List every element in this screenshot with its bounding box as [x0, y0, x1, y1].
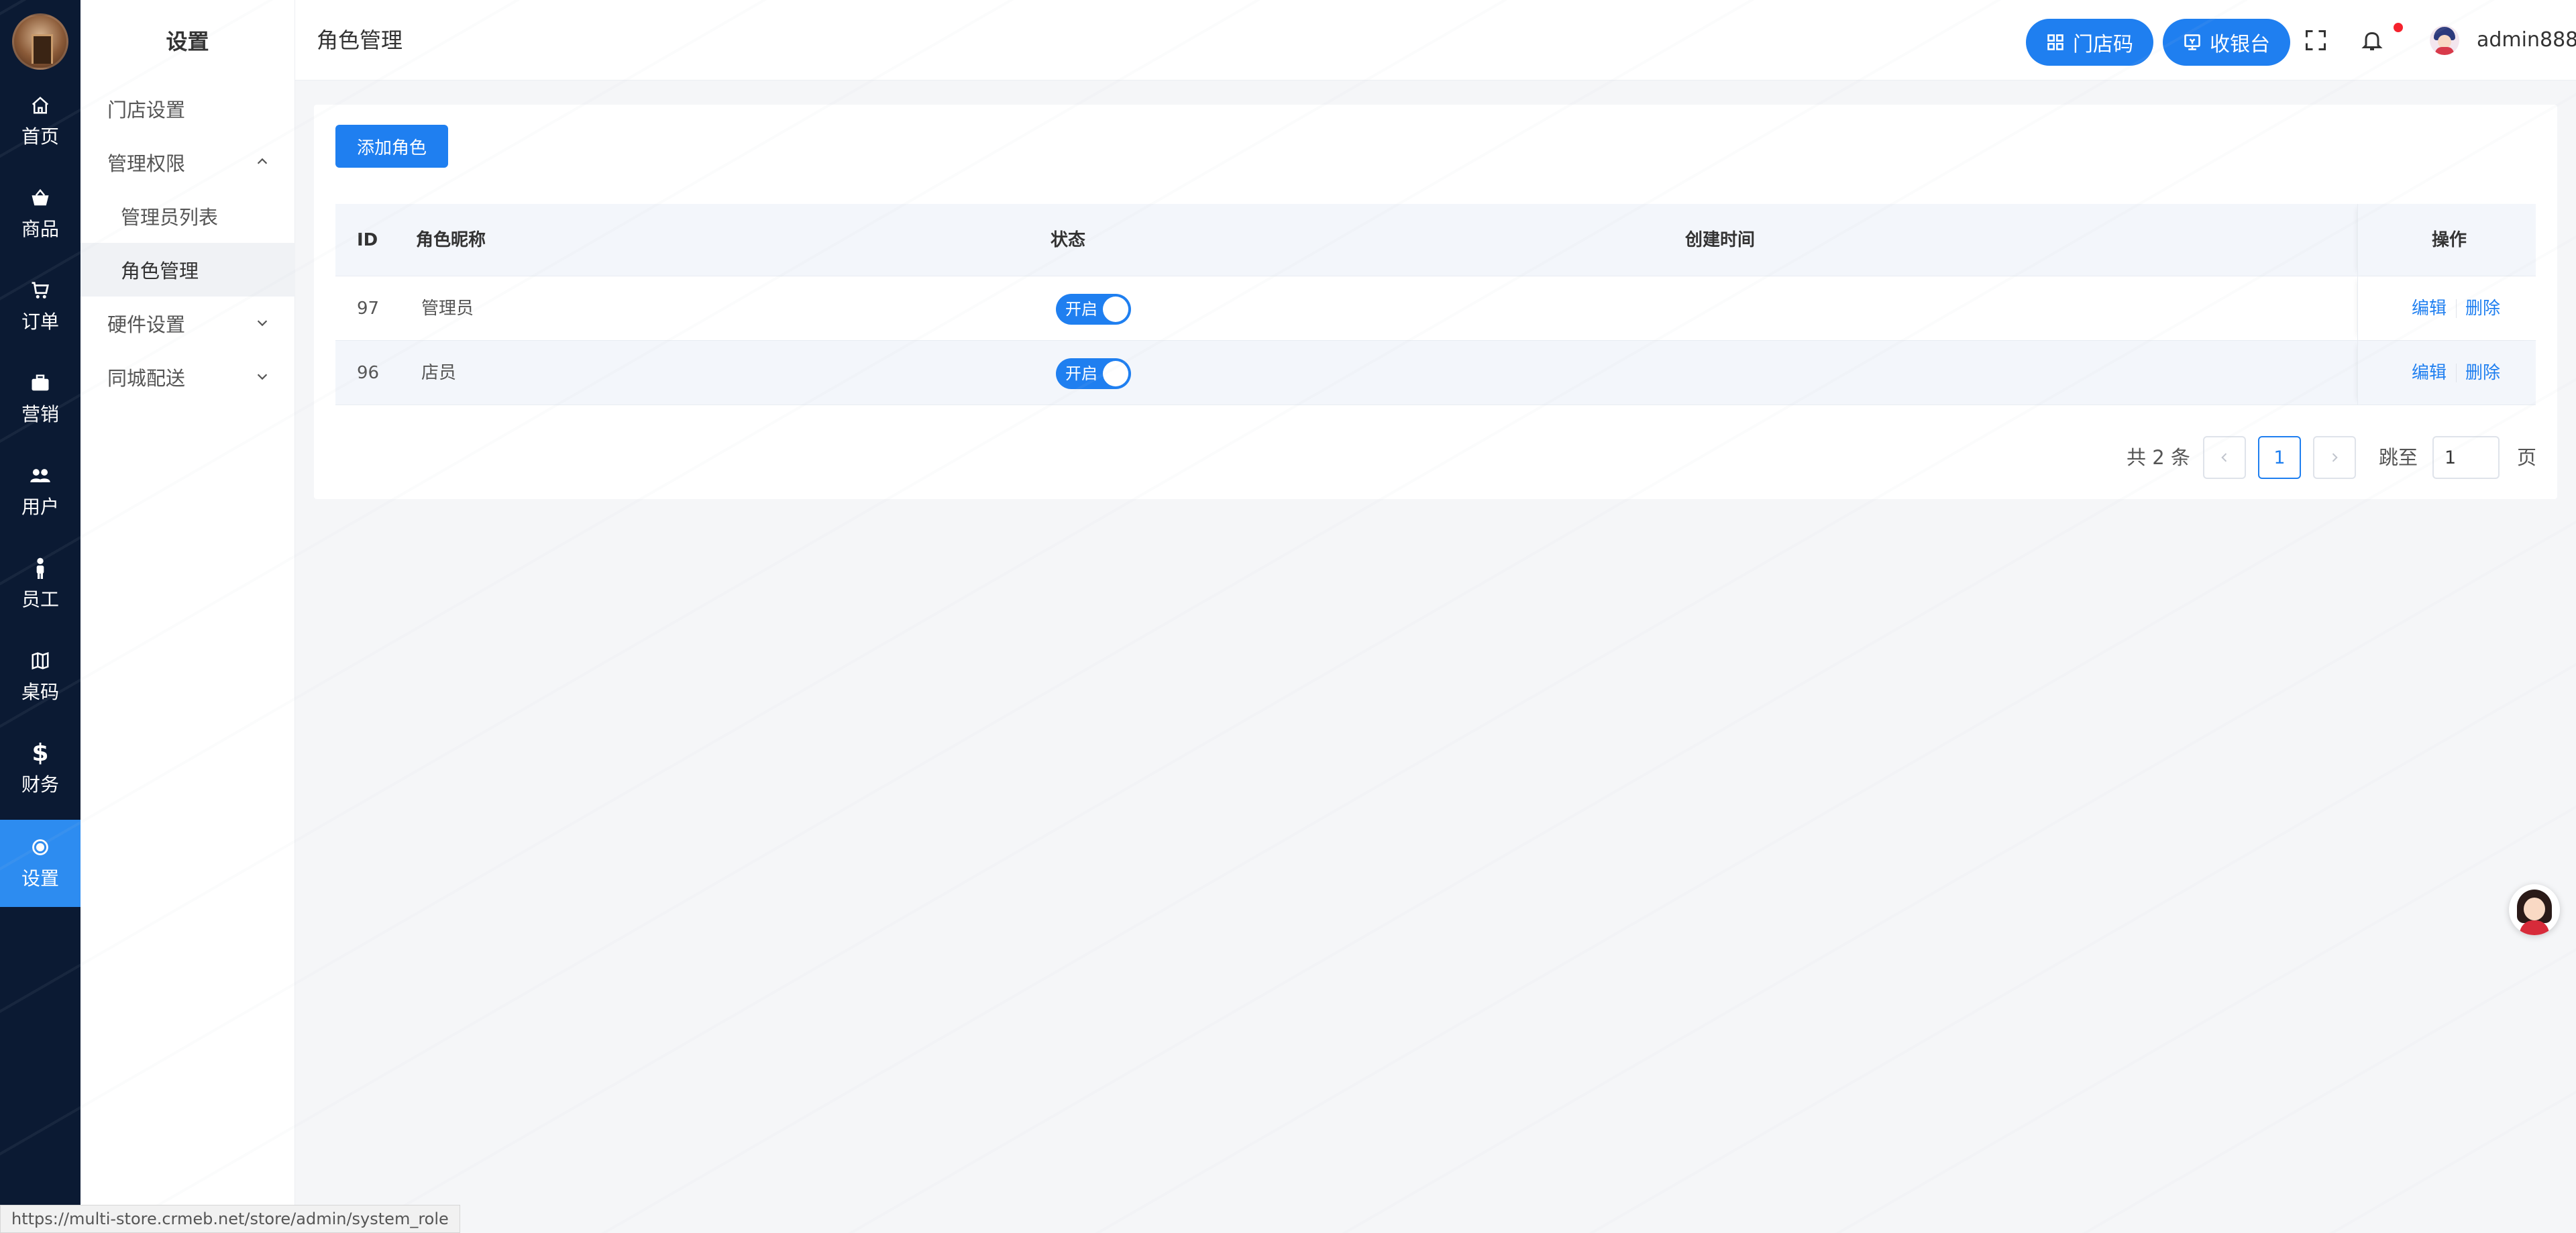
rail-item-marketing[interactable]: 营销 [0, 356, 80, 443]
submenu-item-label: 门店设置 [107, 99, 186, 121]
app-root: 首页 商品 订单 营销 用户 员工 桌码 $ 财务 设置 设置 门店设置 管理权… [0, 0, 2576, 1233]
customer-service-avatar[interactable] [2509, 884, 2560, 935]
settings-icon [29, 836, 52, 859]
page-suffix: 页 [2517, 446, 2537, 469]
username[interactable]: admin888 [2477, 0, 2576, 81]
user-avatar[interactable] [2430, 25, 2459, 55]
prev-page-button[interactable] [2203, 436, 2246, 479]
map-icon [29, 649, 52, 672]
users-icon [29, 464, 52, 487]
toggle-knob [1103, 361, 1128, 386]
notification-dot [2394, 23, 2403, 32]
briefcase-icon [29, 372, 52, 394]
rail-item-label: 订单 [21, 311, 59, 333]
goto-label: 跳至 [2379, 446, 2418, 469]
store-code-button[interactable]: 门店码 [2026, 19, 2153, 66]
rail-item-label: 首页 [21, 125, 59, 148]
dollar-icon: $ [32, 739, 49, 767]
ops-column-header: 操作 [2357, 204, 2536, 276]
submenu-item-label: 角色管理 [121, 260, 199, 282]
rail-item-label: 财务 [21, 773, 59, 796]
fullscreen-icon[interactable] [2304, 28, 2328, 52]
submenu-item-label: 管理员列表 [121, 206, 219, 229]
basket-icon [29, 186, 52, 209]
rail-item-label: 商品 [21, 218, 59, 240]
rail-item-orders[interactable]: 订单 [0, 263, 80, 350]
rail-item-finance[interactable]: $ 财务 [0, 726, 80, 813]
delete-link[interactable]: 删除 [2465, 276, 2500, 341]
chevron-right-icon [2332, 453, 2338, 462]
rail-item-label: 营销 [21, 403, 59, 425]
cashier-icon [2184, 34, 2200, 50]
column-header-name: 角色昵称 [416, 230, 486, 250]
column-header-status: 状态 [1051, 230, 1086, 250]
chevron-left-icon [2221, 453, 2227, 462]
rail-item-label: 桌码 [21, 681, 59, 703]
grid-icon [2047, 34, 2063, 50]
main-nav-rail: 首页 商品 订单 营销 用户 员工 桌码 $ 财务 设置 [0, 0, 80, 1233]
cell-name: 管理员 [421, 299, 474, 319]
status-toggle[interactable]: 开启 [1056, 294, 1131, 325]
table-row: 97 管理员 开启 编辑 删除 [335, 276, 2536, 341]
submenu-item-hardware[interactable]: 硬件设置 [80, 297, 295, 350]
top-header: 角色管理 门店码 收银台 admin888 [295, 0, 2576, 81]
add-role-button[interactable]: 添加角色 [335, 125, 449, 168]
store-logo[interactable] [12, 13, 68, 70]
rail-item-label: 设置 [21, 867, 59, 890]
rail-item-label: 用户 [21, 496, 59, 518]
next-page-button[interactable] [2313, 436, 2356, 479]
toggle-label: 开启 [1065, 364, 1097, 383]
rail-item-settings[interactable]: 设置 [0, 820, 80, 907]
bell-icon[interactable] [2360, 28, 2384, 52]
submenu-item-local-delivery[interactable]: 同城配送 [80, 350, 295, 404]
cart-icon [29, 279, 52, 302]
table-row: 96 店员 开启 编辑 删除 [335, 341, 2536, 405]
cell-name: 店员 [421, 363, 457, 383]
column-header-created: 创建时间 [1685, 230, 1756, 250]
role-table: ID 角色昵称 状态 创建时间 操作 97 管理员 开启 编辑 删除 96 店员… [335, 204, 2536, 405]
rail-item-staff[interactable]: 员工 [0, 541, 80, 628]
home-icon [29, 94, 52, 117]
submenu-item-label: 同城配送 [107, 367, 186, 390]
settings-submenu: 设置 门店设置 管理权限 管理员列表 角色管理 硬件设置 同城配送 [80, 0, 295, 1233]
ops-cell: 编辑 删除 [2357, 341, 2536, 405]
edit-link[interactable]: 编辑 [2412, 341, 2447, 405]
cashier-button[interactable]: 收银台 [2163, 19, 2290, 66]
page-button-1[interactable]: 1 [2258, 436, 2301, 479]
table-header: ID 角色昵称 状态 创建时间 操作 [335, 204, 2536, 276]
cashier-label: 收银台 [2210, 33, 2270, 56]
cell-id: 97 [357, 299, 380, 319]
submenu-item-store-settings[interactable]: 门店设置 [80, 82, 295, 136]
store-code-label: 门店码 [2073, 33, 2133, 56]
chevron-down-icon [257, 374, 268, 380]
status-toggle[interactable]: 开启 [1056, 358, 1131, 389]
goto-page-input[interactable] [2432, 436, 2500, 479]
edit-link[interactable]: 编辑 [2412, 276, 2447, 341]
pagination-total: 共 2 条 [2127, 446, 2190, 469]
submenu-title: 设置 [166, 29, 209, 54]
ops-cell: 编辑 删除 [2357, 276, 2536, 340]
rail-item-label: 员工 [21, 588, 59, 610]
chevron-up-icon [257, 158, 268, 164]
page-title: 角色管理 [317, 28, 403, 53]
rail-item-users[interactable]: 用户 [0, 448, 80, 535]
cell-id: 96 [357, 363, 380, 383]
chevron-down-icon [257, 320, 268, 327]
submenu-item-permissions[interactable]: 管理权限 [80, 136, 295, 189]
submenu-item-label: 管理权限 [107, 152, 186, 175]
rail-item-products[interactable]: 商品 [0, 170, 80, 258]
submenu-item-role-management[interactable]: 角色管理 [80, 243, 295, 297]
submenu-item-label: 硬件设置 [107, 313, 186, 336]
column-header-ops: 操作 [2432, 230, 2467, 250]
delete-link[interactable]: 删除 [2465, 341, 2500, 405]
browser-status-bar: https://multi-store.crmeb.net/store/admi… [0, 1205, 460, 1233]
rail-item-home[interactable]: 首页 [0, 78, 80, 165]
toggle-knob [1103, 297, 1128, 322]
rail-item-table-code[interactable]: 桌码 [0, 633, 80, 720]
person-icon [29, 557, 52, 580]
column-header-id: ID [357, 230, 378, 250]
submenu-item-admin-list[interactable]: 管理员列表 [80, 189, 295, 243]
toggle-label: 开启 [1065, 300, 1097, 319]
